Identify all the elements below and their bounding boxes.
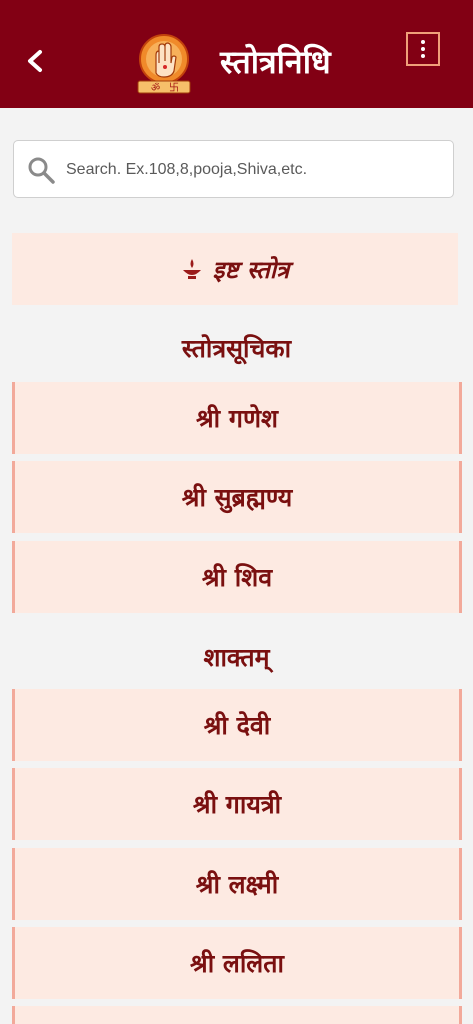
search-box[interactable]	[13, 140, 454, 198]
list-item[interactable]: श्री देवी	[12, 689, 462, 761]
blessing-hand-logo-icon: ॐ 卐	[137, 34, 191, 94]
app-title: स्तोत्रनिधि	[220, 43, 331, 81]
app-logo: ॐ 卐	[134, 33, 194, 95]
favorites-label: इष्ट स्तोत्र	[212, 254, 290, 284]
section-heading-shaktam: शाक्तम्	[203, 643, 270, 672]
section-heading-stotrasuchika: स्तोत्रसूचिका	[181, 334, 292, 363]
list-item[interactable]: श्री गायत्री	[12, 768, 462, 840]
search-icon	[28, 157, 55, 184]
list-item[interactable]: श्री ललिता	[12, 927, 462, 999]
list-item[interactable]: श्री शिव	[12, 541, 462, 613]
list-item[interactable]: श्री गणेश	[12, 382, 462, 454]
svg-text:卐: 卐	[169, 82, 179, 94]
diya-lamp-icon	[182, 259, 201, 279]
list-item[interactable]: श्री सुब्रह्मण्य	[12, 461, 462, 533]
svg-text:ॐ: ॐ	[151, 82, 160, 94]
list-item-partial[interactable]	[12, 1006, 462, 1024]
list-item[interactable]: श्री लक्ष्मी	[12, 848, 462, 920]
more-vertical-icon	[421, 40, 425, 44]
chevron-left-icon	[28, 50, 42, 72]
app-bar: ॐ 卐 स्तोत्रनिधि	[0, 0, 473, 108]
back-button[interactable]	[22, 44, 48, 78]
search-input[interactable]	[64, 149, 448, 191]
overflow-menu-button[interactable]	[406, 32, 440, 66]
favorites-button[interactable]: इष्ट स्तोत्र	[12, 233, 458, 305]
